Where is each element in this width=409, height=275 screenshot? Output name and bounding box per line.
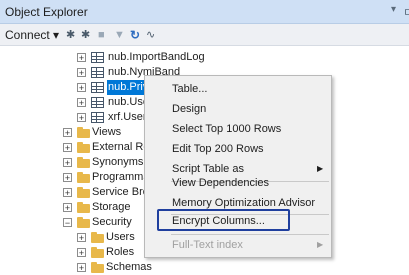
expand-icon[interactable]: +: [63, 158, 72, 168]
menu-item-label: Edit Top 200 Rows: [172, 143, 264, 155]
expand-icon[interactable]: +: [63, 143, 72, 153]
window-control-icon[interactable]: ㅁ: [403, 4, 409, 20]
folder-icon: [77, 172, 90, 183]
context-menu: Table... Design Select Top 1000 Rows Edi…: [144, 75, 332, 258]
tree-node-folder[interactable]: + Synonyms: [0, 155, 160, 170]
folder-icon: [77, 142, 90, 153]
tree-node-folder[interactable]: + Schemas: [0, 260, 160, 275]
tree-node-label: Programmal: [92, 171, 152, 183]
submenu-arrow-icon: ▶: [317, 240, 324, 249]
expand-icon[interactable]: +: [77, 68, 86, 78]
tree-node-folder[interactable]: + Users: [0, 230, 160, 245]
menu-item-label: Table...: [172, 83, 208, 95]
table-icon: [91, 82, 104, 93]
menu-item-edit-top-rows[interactable]: Edit Top 200 Rows: [145, 139, 331, 159]
menu-item-label: View Dependencies: [172, 177, 270, 189]
expand-icon[interactable]: +: [77, 53, 86, 63]
tree-node-folder[interactable]: + Storage: [0, 200, 160, 215]
tree-node-label: Security: [92, 216, 132, 228]
object-explorer-toolbar: Connect ▾ ✱ ✱ ■ ▼ ↻ ∿: [0, 24, 409, 46]
expand-icon[interactable]: +: [77, 263, 86, 273]
menu-item-label: Full-Text index: [172, 239, 243, 251]
stop-icon[interactable]: ■: [98, 28, 105, 42]
expand-icon[interactable]: +: [63, 128, 72, 138]
panel-title: Object Explorer: [5, 5, 88, 19]
menu-item-new-table[interactable]: Table...: [145, 79, 331, 99]
table-icon: [91, 67, 104, 78]
activity-monitor-icon[interactable]: ∿: [146, 28, 155, 42]
tree-node-folder[interactable]: + External Reso: [0, 140, 161, 155]
folder-icon: [91, 247, 104, 258]
folder-icon: [91, 262, 104, 273]
menu-item-label: Select Top 1000 Rows: [172, 123, 282, 135]
tree-node-label: Users: [106, 231, 135, 243]
expand-icon[interactable]: +: [63, 188, 72, 198]
menu-item-view-dependencies[interactable]: View Dependencies: [145, 173, 331, 193]
expand-icon[interactable]: +: [63, 203, 72, 213]
folder-icon: [77, 187, 90, 198]
menu-item-select-top-rows[interactable]: Select Top 1000 Rows: [145, 119, 331, 139]
expand-icon[interactable]: +: [77, 83, 86, 93]
tree-node-label: Storage: [92, 201, 131, 213]
expand-icon[interactable]: +: [77, 248, 86, 258]
filter-icon[interactable]: ▼: [114, 28, 125, 42]
menu-item-label: Design: [172, 103, 207, 115]
connect-object-icon[interactable]: ✱: [66, 28, 75, 42]
collapse-icon[interactable]: −: [63, 218, 72, 228]
expand-icon[interactable]: +: [77, 98, 86, 108]
connect-button[interactable]: Connect ▾: [5, 28, 59, 42]
pin-dropdown-icon[interactable]: ▾: [391, 4, 396, 15]
disconnect-icon[interactable]: ✱: [81, 28, 90, 42]
tree-node-folder[interactable]: + Views: [0, 125, 160, 140]
table-icon: [91, 97, 104, 108]
tree-node-label: Views: [92, 126, 122, 138]
folder-icon: [91, 232, 104, 243]
tree-node-label: Schemas: [106, 261, 152, 273]
expand-icon[interactable]: +: [63, 173, 72, 183]
tree-node-folder[interactable]: + Service Brok: [0, 185, 160, 200]
tree-node-label: nub.Priv: [107, 80, 150, 95]
tree-node-label: nub.ImportBandLog: [108, 51, 205, 63]
encrypt-columns-highlight: [157, 209, 290, 231]
folder-icon: [77, 127, 90, 138]
folder-icon: [77, 217, 90, 228]
tree-node-folder-expanded[interactable]: − Security: [0, 215, 160, 230]
expand-icon[interactable]: +: [77, 113, 86, 123]
table-icon: [91, 112, 104, 123]
menu-item-design[interactable]: Design: [145, 99, 331, 119]
tree-node-folder[interactable]: + Programmal: [0, 170, 160, 185]
folder-icon: [77, 157, 90, 168]
object-explorer-titlebar: Object Explorer ▾ ㅁ: [0, 0, 409, 24]
table-icon: [91, 52, 104, 63]
expand-icon[interactable]: +: [77, 233, 86, 243]
folder-icon: [77, 202, 90, 213]
tree-node-table[interactable]: + nub.ImportBandLog: [0, 50, 205, 65]
tree-node-label: Synonyms: [92, 156, 144, 168]
refresh-icon[interactable]: ↻: [130, 28, 140, 42]
menu-item-full-text-index[interactable]: Full-Text index ▶: [145, 235, 331, 255]
